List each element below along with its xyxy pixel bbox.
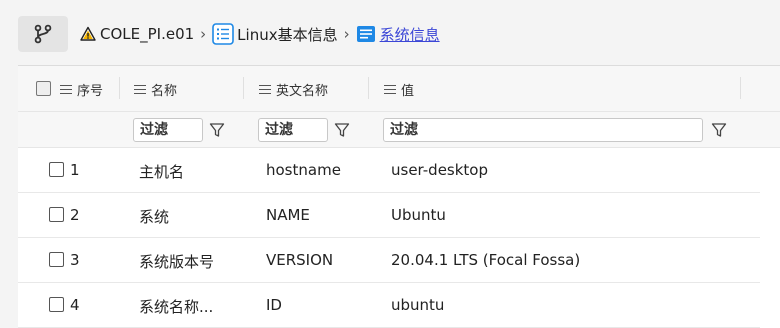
breadcrumb-current[interactable]: 系统信息 <box>356 24 440 45</box>
breadcrumb-connection-label: COLE_PI.e01 <box>100 25 195 43</box>
row-value: 20.04.1 LTS (Focal Fossa) <box>391 251 581 269</box>
row-english-name: NAME <box>266 206 310 224</box>
row-name: 系统版本号 <box>139 253 215 271</box>
info-grid: 序号 名称 英文名称 值 过滤 过滤 过滤 1 主机名 hostname use… <box>18 65 780 328</box>
warning-icon <box>80 26 96 41</box>
header-row: 序号 名称 英文名称 值 <box>18 66 780 112</box>
filter-value-input[interactable]: 过滤 <box>383 118 703 142</box>
row-value: Ubuntu <box>391 206 446 224</box>
breadcrumb-category[interactable]: Linux基本信息 <box>212 23 338 45</box>
column-menu-icon[interactable] <box>259 84 271 95</box>
row-english-name: VERSION <box>266 251 334 269</box>
filter-icon[interactable] <box>209 122 225 138</box>
table-row[interactable]: 2 系统 NAME Ubuntu <box>18 193 760 238</box>
breadcrumb: COLE_PI.e01 › Linux基本信息 › 系统信息 <box>18 16 440 52</box>
column-header-index-label: 序号 <box>77 84 104 99</box>
column-menu-icon[interactable] <box>134 84 146 95</box>
list-icon <box>212 23 234 45</box>
row-checkbox[interactable] <box>49 297 64 312</box>
filter-row: 过滤 过滤 过滤 <box>18 112 780 148</box>
breadcrumb-category-label: Linux基本信息 <box>237 25 338 44</box>
column-menu-icon[interactable] <box>60 84 72 95</box>
row-checkbox[interactable] <box>49 207 64 222</box>
column-header-name[interactable]: 名称 <box>134 80 177 99</box>
row-checkbox[interactable] <box>49 162 64 177</box>
row-name: 系统 <box>139 208 170 226</box>
row-index: 4 <box>70 296 80 314</box>
filter-icon[interactable] <box>711 122 727 138</box>
breadcrumb-separator: › <box>200 25 207 43</box>
filter-icon[interactable] <box>334 122 350 138</box>
row-checkbox[interactable] <box>49 252 64 267</box>
filter-value: 过滤 <box>383 117 727 143</box>
table-row[interactable]: 1 主机名 hostname user-desktop <box>18 148 760 193</box>
row-name: 系统名称... <box>139 298 214 316</box>
row-index: 3 <box>70 251 80 269</box>
filter-english: 过滤 <box>258 117 350 143</box>
column-divider[interactable] <box>243 77 244 99</box>
column-header-index[interactable]: 序号 <box>60 80 103 99</box>
info-card-icon <box>356 26 375 42</box>
row-value: user-desktop <box>391 161 489 179</box>
column-divider[interactable] <box>119 77 120 99</box>
column-header-english-label: 英文名称 <box>276 84 329 99</box>
breadcrumb-connection[interactable]: COLE_PI.e01 <box>80 25 194 43</box>
row-index: 1 <box>70 161 80 179</box>
select-all-checkbox[interactable] <box>36 81 51 96</box>
column-divider[interactable] <box>740 77 741 99</box>
column-header-name-label: 名称 <box>151 84 178 99</box>
column-menu-icon[interactable] <box>384 84 396 95</box>
column-header-english[interactable]: 英文名称 <box>259 80 328 99</box>
row-name: 主机名 <box>139 163 185 181</box>
breadcrumb-separator: › <box>343 25 350 43</box>
branch-button[interactable] <box>18 16 68 52</box>
filter-english-input[interactable]: 过滤 <box>258 118 328 142</box>
row-index: 2 <box>70 206 80 224</box>
branch-icon <box>34 24 52 44</box>
filter-name-input[interactable]: 过滤 <box>133 118 203 142</box>
column-divider[interactable] <box>368 77 369 99</box>
table-row[interactable]: 4 系统名称... ID ubuntu <box>18 283 760 328</box>
table-row[interactable]: 3 系统版本号 VERSION 20.04.1 LTS (Focal Fossa… <box>18 238 760 283</box>
breadcrumb-current-link[interactable]: 系统信息 <box>380 24 440 45</box>
row-english-name: hostname <box>266 161 341 179</box>
column-header-value[interactable]: 值 <box>384 80 414 99</box>
row-english-name: ID <box>266 296 282 314</box>
row-value: ubuntu <box>391 296 445 314</box>
filter-name: 过滤 <box>133 117 225 143</box>
column-header-value-label: 值 <box>401 84 415 99</box>
